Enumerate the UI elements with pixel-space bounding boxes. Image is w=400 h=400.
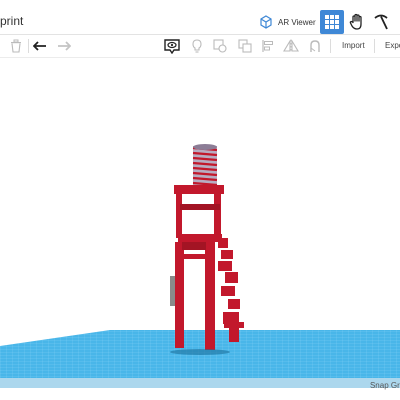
- shape-button[interactable]: [212, 38, 228, 54]
- toolbar-divider: [28, 39, 29, 53]
- group-icon: [238, 39, 252, 53]
- magnet-button[interactable]: [307, 38, 323, 54]
- frame-top: [174, 185, 224, 242]
- 3d-viewport[interactable]: Snap Grid: [0, 58, 400, 400]
- grid-view-button[interactable]: [320, 10, 344, 34]
- scene: [0, 144, 400, 388]
- design-title[interactable]: print: [0, 14, 23, 28]
- import-button[interactable]: Import: [342, 41, 365, 50]
- export-button[interactable]: Expo: [385, 41, 400, 50]
- grid-icon: [325, 15, 339, 29]
- trash-icon: [11, 39, 21, 53]
- top-bar: print AR Viewer: [0, 0, 400, 35]
- redo-button[interactable]: [56, 38, 72, 54]
- edit-toolbar: Import Expo: [0, 35, 400, 58]
- mirror-icon: [283, 39, 299, 52]
- screw-thread: [192, 144, 218, 188]
- model-shadow: [170, 349, 230, 355]
- cube-ar-icon: [260, 15, 272, 29]
- group-button[interactable]: [237, 38, 253, 54]
- snap-grid-button[interactable]: Snap Grid: [370, 381, 400, 390]
- light-bulb-icon: [192, 39, 202, 53]
- view-toggle-button[interactable]: [164, 38, 180, 54]
- delete-button[interactable]: [8, 38, 24, 54]
- redo-icon: [58, 41, 71, 51]
- workplane-edge: [0, 378, 400, 388]
- hand-button[interactable]: [346, 11, 368, 33]
- undo-button[interactable]: [32, 38, 48, 54]
- side-blocks: [218, 238, 244, 342]
- undo-icon: [33, 41, 46, 51]
- more-button[interactable]: [393, 11, 400, 33]
- pickaxe-button[interactable]: [370, 11, 392, 33]
- ar-viewer-button[interactable]: AR Viewer: [258, 11, 316, 33]
- view-icon: [164, 39, 180, 54]
- pickaxe-icon: [374, 14, 388, 30]
- magnet-icon: [310, 40, 320, 52]
- hand-icon: [349, 13, 362, 30]
- toolbar-divider: [330, 39, 331, 53]
- mirror-button[interactable]: [283, 38, 299, 54]
- ar-viewer-label: AR Viewer: [278, 17, 316, 27]
- align-button[interactable]: [260, 38, 276, 54]
- note-button[interactable]: [189, 38, 205, 54]
- align-icon: [262, 40, 273, 52]
- shape-icon: [213, 39, 227, 53]
- toolbar-divider: [374, 39, 375, 53]
